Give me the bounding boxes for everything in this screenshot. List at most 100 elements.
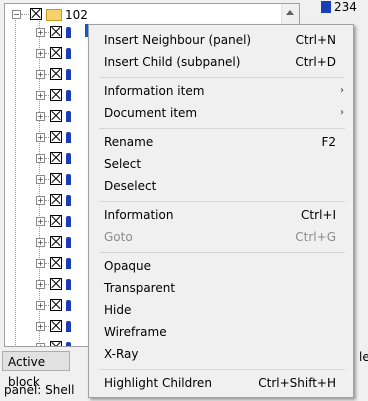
expand-icon[interactable]: +	[36, 133, 45, 142]
panel-icon	[66, 342, 71, 346]
tree-child-row[interactable]: +	[5, 45, 95, 63]
panel-icon	[66, 90, 71, 101]
menu-item-opaque[interactable]: Opaque	[90, 255, 352, 277]
expand-icon[interactable]: +	[36, 175, 45, 184]
menu-item-document-item[interactable]: Document item ›	[90, 102, 352, 124]
tree-child-row[interactable]: +	[5, 234, 95, 252]
context-menu: Insert Neighbour (panel) Ctrl+N Insert C…	[88, 24, 354, 398]
collapse-icon[interactable]: −	[12, 10, 21, 19]
block-icon	[321, 1, 331, 13]
tree-child-row[interactable]: +	[5, 171, 95, 189]
tree-child-row[interactable]: +	[5, 255, 95, 273]
expand-icon[interactable]: +	[36, 343, 45, 346]
side-badge: 234	[321, 0, 357, 14]
visibility-checkbox[interactable]	[50, 278, 62, 290]
tree-child-row[interactable]: +	[5, 129, 95, 147]
expand-icon[interactable]: +	[36, 280, 45, 289]
visibility-checkbox[interactable]	[50, 341, 62, 346]
visibility-checkbox[interactable]	[50, 257, 62, 269]
menu-item-shortcut: Ctrl+D	[295, 55, 336, 69]
expand-icon[interactable]: +	[36, 154, 45, 163]
visibility-checkbox[interactable]	[50, 173, 62, 185]
panel-icon	[66, 195, 71, 206]
tree-branch	[45, 221, 49, 222]
visibility-checkbox[interactable]	[50, 236, 62, 248]
menu-separator	[99, 77, 345, 78]
visibility-checkbox[interactable]	[50, 131, 62, 143]
menu-item-hide[interactable]: Hide	[90, 299, 352, 321]
scroll-up-icon[interactable]	[286, 10, 294, 15]
tree-child-row[interactable]: +	[5, 192, 95, 210]
menu-item-wireframe[interactable]: Wireframe	[90, 321, 352, 343]
menu-item-label: Highlight Children	[104, 376, 212, 390]
tree-branch	[45, 116, 49, 117]
visibility-checkbox[interactable]	[50, 89, 62, 101]
panel-icon	[66, 48, 71, 59]
expand-icon[interactable]: +	[36, 259, 45, 268]
tree-branch	[45, 95, 49, 96]
expand-icon[interactable]: +	[36, 49, 45, 58]
menu-item-information[interactable]: Information Ctrl+I	[90, 204, 352, 226]
menu-item-label: Document item	[104, 106, 198, 120]
visibility-checkbox[interactable]	[30, 8, 42, 20]
visibility-checkbox[interactable]	[50, 47, 62, 59]
menu-item-highlight-children[interactable]: Highlight Children Ctrl+Shift+H	[90, 372, 352, 394]
menu-item-transparent[interactable]: Transparent	[90, 277, 352, 299]
panel-icon	[66, 132, 71, 143]
menu-item-label: Select	[104, 157, 142, 171]
tree-child-row[interactable]: +	[5, 66, 95, 84]
tree-root-row[interactable]: − 102	[5, 6, 285, 24]
visibility-checkbox[interactable]	[50, 320, 62, 332]
active-block-button[interactable]: Active block	[2, 351, 70, 389]
status-bar: panel: Shell	[4, 383, 75, 397]
menu-item-goto[interactable]: Goto Ctrl+G	[90, 226, 352, 248]
tree-child-row[interactable]: +	[5, 276, 95, 294]
panel-icon	[66, 279, 71, 290]
menu-item-rename[interactable]: Rename F2	[90, 131, 352, 153]
visibility-checkbox[interactable]	[50, 26, 62, 38]
visibility-checkbox[interactable]	[50, 215, 62, 227]
expand-icon[interactable]: +	[36, 238, 45, 247]
menu-item-deselect[interactable]: Deselect	[90, 175, 352, 197]
menu-separator	[99, 369, 345, 370]
menu-item-insert-child[interactable]: Insert Child (subpanel) Ctrl+D	[90, 51, 352, 73]
expand-icon[interactable]: +	[36, 91, 45, 100]
visibility-checkbox[interactable]	[50, 299, 62, 311]
tree-child-row[interactable]: +	[5, 213, 95, 231]
tree-child-row[interactable]: +	[5, 87, 95, 105]
menu-item-label: X-Ray	[104, 347, 139, 361]
tree-branch	[21, 14, 29, 15]
tree-branch	[45, 32, 49, 33]
visibility-checkbox[interactable]	[50, 152, 62, 164]
tree-root-label: 102	[65, 8, 88, 22]
visibility-checkbox[interactable]	[50, 110, 62, 122]
expand-icon[interactable]: +	[36, 322, 45, 331]
tree-child-row[interactable]: +	[5, 339, 95, 346]
tree-child-row[interactable]: +	[5, 150, 95, 168]
expand-icon[interactable]: +	[36, 217, 45, 226]
expand-icon[interactable]: +	[36, 28, 45, 37]
menu-item-label: Transparent	[104, 281, 176, 295]
menu-item-information-item[interactable]: Information item ›	[90, 80, 352, 102]
menu-item-insert-neighbour[interactable]: Insert Neighbour (panel) Ctrl+N	[90, 29, 352, 51]
tree-child-row[interactable]: +	[5, 108, 95, 126]
visibility-checkbox[interactable]	[50, 194, 62, 206]
submenu-arrow-icon: ›	[340, 85, 344, 96]
panel-icon	[66, 174, 71, 185]
menu-item-shortcut: Ctrl+N	[295, 33, 336, 47]
tree-child-row[interactable]: +	[5, 297, 95, 315]
tree-branch	[45, 305, 49, 306]
tree-child-row[interactable]: +	[5, 24, 95, 42]
expand-icon[interactable]: +	[36, 70, 45, 79]
expand-icon[interactable]: +	[36, 301, 45, 310]
visibility-checkbox[interactable]	[50, 68, 62, 80]
tree-branch	[45, 179, 49, 180]
menu-item-select[interactable]: Select	[90, 153, 352, 175]
expand-icon[interactable]: +	[36, 196, 45, 205]
menu-item-x-ray[interactable]: X-Ray	[90, 343, 352, 365]
menu-item-label: Deselect	[104, 179, 157, 193]
tree-child-row[interactable]: +	[5, 318, 95, 336]
expand-icon[interactable]: +	[36, 112, 45, 121]
menu-item-shortcut: Ctrl+Shift+H	[258, 376, 336, 390]
tree-branch	[45, 137, 49, 138]
